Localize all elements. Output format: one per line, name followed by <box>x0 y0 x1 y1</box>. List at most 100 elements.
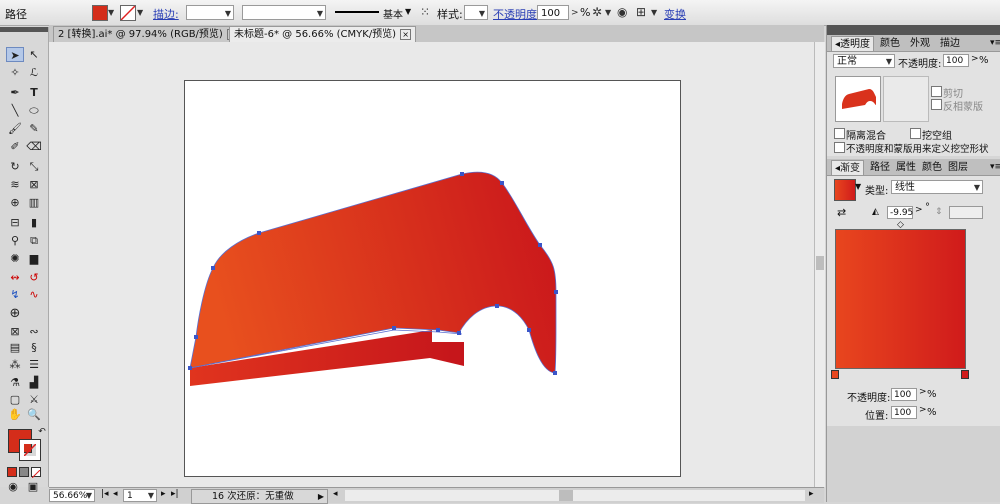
recolor-icon[interactable]: ✲ <box>592 5 602 19</box>
smooth-tool-icon[interactable]: ↯ <box>6 287 24 302</box>
eraser-tool-icon[interactable]: ⌫ <box>25 139 43 154</box>
isolate-blend-checkbox[interactable] <box>834 128 845 139</box>
opacity-input[interactable]: 100 <box>943 54 969 67</box>
close-icon[interactable]: × <box>400 29 412 40</box>
gradient-tool-icon[interactable]: ▮ <box>25 215 43 230</box>
gradient-type-select[interactable]: 线性 ▼ <box>891 180 983 194</box>
width-tool-icon[interactable]: ↭ <box>6 270 24 285</box>
stroke-color-box[interactable] <box>19 439 41 461</box>
gradient-stop-end[interactable] <box>961 370 969 379</box>
chevron-right-icon[interactable]: > <box>919 405 927 415</box>
chevron-down-icon[interactable]: ▼ <box>605 6 611 20</box>
angle-input[interactable]: -9.95 <box>887 206 913 219</box>
anchor-point[interactable] <box>460 172 464 176</box>
clip-checkbox[interactable] <box>931 86 942 97</box>
eyedropper-alt-tool-icon[interactable]: ⚗ <box>6 375 24 390</box>
scrollbar-thumb[interactable] <box>816 256 824 270</box>
chevron-right-icon[interactable]: > <box>915 205 923 215</box>
scrollbar-thumb[interactable] <box>559 490 573 501</box>
last-artboard-icon[interactable]: ▸| <box>171 489 179 499</box>
opacity-link[interactable]: 不透明度: <box>493 6 541 22</box>
screen-mode-icon[interactable]: ▣ <box>24 479 42 494</box>
hand-tool-icon[interactable]: ✋ <box>6 407 24 422</box>
tab-pathfinder[interactable]: 路径 <box>867 160 893 175</box>
direct-selection-tool-icon[interactable]: ↖ <box>25 47 43 62</box>
opacity-input[interactable]: 100 <box>537 5 569 20</box>
artboard[interactable] <box>184 80 681 477</box>
blend-tool-icon[interactable]: ⧉ <box>25 233 43 248</box>
arrange-icon[interactable]: ⁙ <box>420 5 430 19</box>
chevron-right-icon[interactable]: > <box>571 6 579 20</box>
tab-layers[interactable]: 图层 <box>945 160 971 175</box>
chevron-down-icon[interactable]: ▼ <box>855 182 861 191</box>
column-graph-tool-icon[interactable]: ▆ <box>25 251 43 266</box>
previous-artboard-icon[interactable]: ◂ <box>113 489 118 499</box>
chevron-down-icon[interactable]: ▼ <box>651 6 657 20</box>
blob-brush-tool-icon[interactable]: ✐ <box>6 139 24 154</box>
line-tool-icon[interactable]: ╲ <box>6 103 24 118</box>
tab-transparency[interactable]: ◂透明度 <box>831 36 875 51</box>
anchor-point[interactable] <box>538 243 542 247</box>
perspective-grid-tool-icon[interactable]: ⊟ <box>6 215 24 230</box>
chevron-down-icon[interactable]: ▼ <box>108 6 114 20</box>
path-eraser-tool-icon[interactable]: ∿ <box>25 287 43 302</box>
variable-width-select[interactable]: ▼ <box>242 5 326 20</box>
panel-menu-icon[interactable]: ▾≡ <box>987 36 1000 51</box>
zoom-select[interactable]: 56.66% ▼ <box>49 489 95 502</box>
free-transform-tool-icon[interactable]: ⊠ <box>25 177 43 192</box>
stroke-swatch[interactable] <box>120 5 136 21</box>
anchor-point[interactable] <box>194 335 198 339</box>
anchor-point[interactable] <box>554 290 558 294</box>
opacity-mask-knockout-checkbox[interactable] <box>834 142 845 153</box>
warp-tool-icon[interactable]: ≋ <box>6 177 24 192</box>
rotate-tool-icon[interactable]: ↻ <box>6 159 24 174</box>
artboard-tool-icon[interactable]: ▢ <box>6 392 24 407</box>
anchor-point[interactable] <box>457 331 461 335</box>
scale-tool-icon[interactable]: ⤡ <box>25 159 43 174</box>
gradient-mode-icon[interactable] <box>19 467 29 477</box>
document-tab-active[interactable]: 未标题-6* @ 56.66% (CMYK/预览) × <box>229 26 417 42</box>
anchor-point[interactable] <box>257 231 261 235</box>
tab-stroke[interactable]: 描边 <box>937 36 963 51</box>
stop-opacity-input[interactable]: 100 <box>891 388 917 401</box>
live-paint-tool-icon[interactable]: ▥ <box>25 195 43 210</box>
globe-icon[interactable]: ◉ <box>617 5 627 19</box>
scatter-tool-icon[interactable]: ⁂ <box>6 357 24 372</box>
tab-attributes[interactable]: 属性 <box>893 160 919 175</box>
paintbrush-tool-icon[interactable]: 🖌 <box>6 121 24 136</box>
document-tab[interactable]: 2 [转换].ai* @ 97.94% (RGB/预览)× <box>53 26 243 42</box>
first-artboard-icon[interactable]: |◂ <box>101 489 109 499</box>
type-tool-icon[interactable]: T <box>25 85 43 100</box>
reshape-tool-icon[interactable]: ↺ <box>25 270 43 285</box>
pencil-tool-icon[interactable]: ✎ <box>25 121 43 136</box>
panel-menu-icon[interactable]: ▾≡ <box>987 160 1000 175</box>
zoom-tool-icon[interactable]: 🔍 <box>25 407 43 422</box>
draw-mode-icon[interactable]: ◉ <box>4 479 22 494</box>
mask-thumbnail[interactable] <box>883 76 929 122</box>
magic-wand-tool-icon[interactable]: ✧ <box>6 65 24 80</box>
slice-tool-icon[interactable]: ⚔ <box>25 392 43 407</box>
anchor-point[interactable] <box>392 326 396 330</box>
align-icon[interactable]: ⊞ <box>636 5 646 19</box>
artwork-svg[interactable] <box>184 80 681 477</box>
tab-color[interactable]: 颜色 <box>877 36 903 51</box>
tab-color-2[interactable]: 颜色 <box>919 160 945 175</box>
none-mode-icon[interactable] <box>31 467 41 479</box>
chart-tool-icon[interactable]: ▤ <box>6 340 24 355</box>
transform-link[interactable]: 变换 <box>664 6 686 22</box>
warp-wave-tool-icon[interactable]: ∾ <box>25 324 43 339</box>
anchor-point[interactable] <box>527 328 531 332</box>
object-thumbnail[interactable] <box>835 76 881 122</box>
lasso-tool-icon[interactable]: ℒ <box>25 65 43 80</box>
scroll-left-icon[interactable]: ◂ <box>333 489 338 499</box>
symbol-sprayer-tool-icon[interactable]: ✺ <box>6 251 24 266</box>
brush-select[interactable]: 基本 ▼ <box>333 5 415 21</box>
bars-tool-icon[interactable]: ☰ <box>25 357 43 372</box>
anchor-point[interactable] <box>188 366 192 370</box>
gradient-ramp[interactable] <box>835 229 966 369</box>
anchor-point[interactable] <box>495 304 499 308</box>
vertical-scrollbar[interactable] <box>814 42 825 487</box>
reverse-gradient-icon[interactable]: ⇄ <box>837 206 846 219</box>
gradient-stop-start[interactable] <box>831 370 839 379</box>
aspect-input[interactable] <box>949 206 983 219</box>
